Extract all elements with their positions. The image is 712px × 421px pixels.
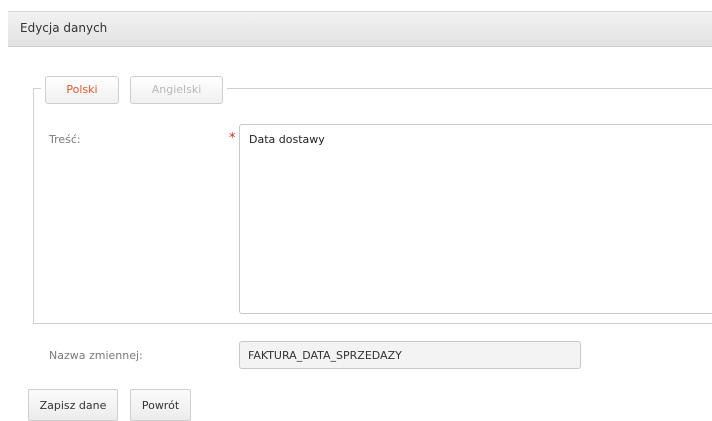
header-bar: Edycja danych [8, 11, 712, 47]
required-marker: * [229, 131, 236, 146]
page-title: Edycja danych [20, 21, 108, 35]
edit-data-page: Edycja danych Polski Angielski Treść: * … [0, 0, 712, 421]
save-button[interactable]: Zapisz dane [28, 389, 118, 421]
content-label: Treść: [49, 133, 81, 146]
back-button[interactable]: Powrót [130, 389, 191, 421]
variable-name-field[interactable] [239, 341, 581, 369]
content-textarea[interactable]: Data dostawy [239, 124, 712, 314]
tab-angielski[interactable]: Angielski [130, 76, 223, 104]
language-tabs: Polski Angielski [41, 76, 227, 106]
tab-polski[interactable]: Polski [45, 76, 119, 104]
variable-name-label: Nazwa zmiennej: [49, 349, 143, 362]
